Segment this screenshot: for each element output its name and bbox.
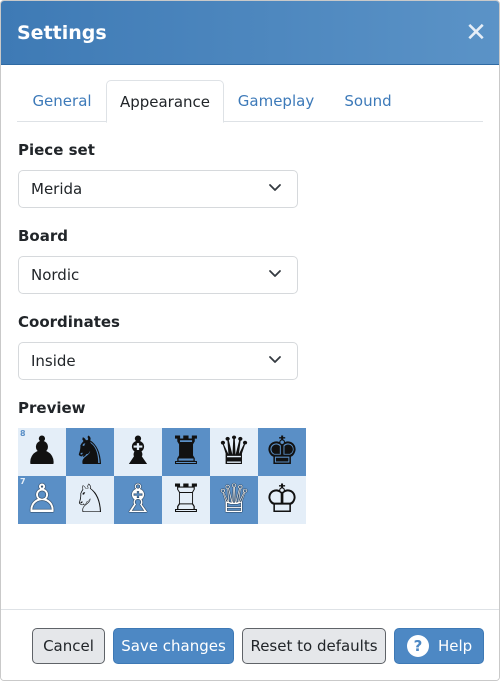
piece-set-select[interactable]: Merida xyxy=(18,170,298,208)
save-changes-button[interactable]: Save changes xyxy=(113,628,234,664)
black-king-icon: ♚ xyxy=(264,429,300,474)
settings-dialog: Settings ✕ General Appearance Gameplay S… xyxy=(0,0,500,681)
white-rook-icon: ♖ xyxy=(168,477,204,522)
tab-general[interactable]: General xyxy=(17,80,107,121)
reset-defaults-button[interactable]: Reset to defaults xyxy=(242,628,386,664)
chevron-down-icon xyxy=(269,184,281,191)
tab-sound[interactable]: Sound xyxy=(332,80,404,121)
board-preview: 8 ♟ ♞ ♝ ♜ ♛ ♚ 7 ♙ ♘ ♗ ♖ ♕ ♔ xyxy=(18,428,306,524)
dialog-title: Settings xyxy=(17,22,107,44)
black-knight-icon: ♞ xyxy=(72,429,108,474)
black-queen-icon: ♛ xyxy=(216,429,252,474)
tab-gameplay[interactable]: Gameplay xyxy=(224,80,328,121)
black-pawn-icon: ♟ xyxy=(24,429,60,474)
board-value: Nordic xyxy=(31,266,80,284)
board-square: ♘ xyxy=(66,476,114,524)
white-queen-icon: ♕ xyxy=(216,477,252,522)
chevron-down-icon xyxy=(269,356,281,363)
white-king-icon: ♔ xyxy=(264,477,300,522)
coordinates-value: Inside xyxy=(31,352,76,370)
board-square: ♞ xyxy=(66,428,114,476)
board-square: ♔ xyxy=(258,476,306,524)
tab-appearance[interactable]: Appearance xyxy=(106,80,224,123)
coordinates-select[interactable]: Inside xyxy=(18,342,298,380)
black-rook-icon: ♜ xyxy=(168,429,204,474)
dialog-header: Settings ✕ xyxy=(1,1,499,65)
black-bishop-icon: ♝ xyxy=(120,429,156,474)
board-square: ♖ xyxy=(162,476,210,524)
board-square: ♜ xyxy=(162,428,210,476)
board-square: ♗ xyxy=(114,476,162,524)
board-square: ♝ xyxy=(114,428,162,476)
help-button[interactable]: ? Help xyxy=(394,628,484,664)
board-square: 7 ♙ xyxy=(18,476,66,524)
preview-label: Preview xyxy=(18,399,86,417)
chevron-down-icon xyxy=(269,270,281,277)
settings-tabs: General Appearance Gameplay Sound xyxy=(17,80,483,123)
white-knight-icon: ♘ xyxy=(72,477,108,522)
piece-set-value: Merida xyxy=(31,180,83,198)
white-pawn-icon: ♙ xyxy=(24,477,60,522)
board-square: ♚ xyxy=(258,428,306,476)
help-button-label: Help xyxy=(438,637,473,655)
board-select[interactable]: Nordic xyxy=(18,256,298,294)
board-label: Board xyxy=(18,227,68,245)
board-square: ♕ xyxy=(210,476,258,524)
board-square: ♛ xyxy=(210,428,258,476)
coordinates-label: Coordinates xyxy=(18,313,120,331)
dialog-footer: Cancel Save changes Reset to defaults ? … xyxy=(1,609,499,680)
close-icon[interactable]: ✕ xyxy=(463,20,489,47)
cancel-button[interactable]: Cancel xyxy=(32,628,105,664)
help-icon: ? xyxy=(407,635,429,657)
board-square: 8 ♟ xyxy=(18,428,66,476)
white-bishop-icon: ♗ xyxy=(120,477,156,522)
piece-set-label: Piece set xyxy=(18,141,95,159)
